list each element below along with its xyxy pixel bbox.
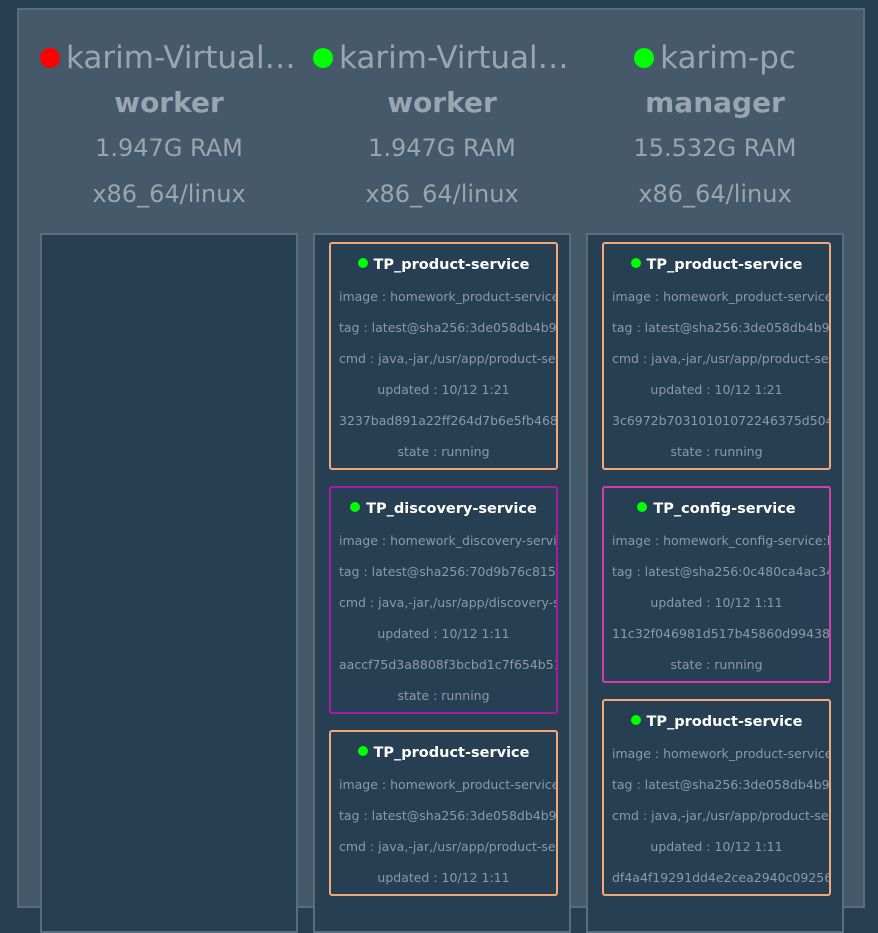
status-dot-icon xyxy=(357,258,368,268)
container-detail: tag : latest@sha256:3de058db4b941 xyxy=(339,808,556,823)
node-name-text: karim-VirtualBox xyxy=(339,40,571,76)
container-detail: updated : 10/12 1:11 xyxy=(650,839,783,854)
node-status-dot-icon xyxy=(313,48,333,68)
container-card[interactable]: TP_discovery-serviceimage : homework_dis… xyxy=(329,486,558,714)
container-detail: tag : latest@sha256:70d9b76c8156fb xyxy=(339,564,556,579)
container-title: TP_product-service xyxy=(331,257,556,277)
container-title: TP_product-service xyxy=(604,714,829,734)
node-header: karim-VirtualBox worker 1.947G RAM x86_64/l… xyxy=(313,38,571,262)
container-card[interactable]: TP_product-serviceimage : homework_produ… xyxy=(329,242,558,470)
node-name: karim-VirtualBox xyxy=(40,38,298,78)
container-name: TP_product-service xyxy=(373,257,530,273)
container-detail: aaccf75d3a8808f3bcbd1c7f654b51fc xyxy=(339,657,556,672)
node-ram: 1.947G RAM xyxy=(95,134,243,162)
status-dot-icon xyxy=(630,715,641,725)
container-detail: image : homework_product-service:latest xyxy=(612,289,829,304)
node-role: worker xyxy=(387,86,497,119)
container-card[interactable]: TP_config-serviceimage : homework_config… xyxy=(602,486,831,683)
node-role: manager xyxy=(645,86,785,119)
container-detail: image : homework_discovery-service xyxy=(339,533,556,548)
container-name: TP_config-service xyxy=(653,501,796,517)
node-ram: 15.532G RAM xyxy=(633,134,797,162)
container-detail: updated : 10/12 1:11 xyxy=(377,870,510,885)
node-arch: x86_64/linux xyxy=(365,180,519,208)
swarm-panel: karim-VirtualBox worker 1.947G RAM x86_64/l… xyxy=(17,8,865,933)
container-name: TP_product-service xyxy=(646,714,803,730)
container-title: TP_product-service xyxy=(331,745,556,765)
status-dot-icon xyxy=(350,502,361,512)
node-status-dot-icon xyxy=(634,48,655,68)
container-detail: image : homework_config-service:latest xyxy=(612,533,829,548)
node-column: karim-VirtualBox worker 1.947G RAM x86_64/l… xyxy=(40,10,298,933)
node-name-text: karim-VirtualBox xyxy=(66,40,298,76)
container-card[interactable]: TP_product-serviceimage : homework_produ… xyxy=(602,242,831,470)
container-list xyxy=(40,233,298,933)
container-detail: image : homework_product-service:latest xyxy=(339,289,556,304)
node-arch: x86_64/linux xyxy=(638,180,792,208)
container-detail: cmd : java,-jar,/usr/app/product-service xyxy=(339,351,556,366)
node-arch: x86_64/linux xyxy=(92,180,246,208)
container-detail: df4a4f19291dd4e2cea2940c09256fe xyxy=(612,870,829,885)
container-detail: image : homework_product-service:latest xyxy=(612,746,829,761)
node-header: karim-pc manager 15.532G RAM x86_64/linux xyxy=(586,38,844,262)
container-name: TP_discovery-service xyxy=(366,501,537,517)
container-detail: 11c32f046981d517b45860d9943800 xyxy=(612,626,829,641)
container-detail: cmd : java,-jar,/usr/app/product-service xyxy=(612,808,829,823)
container-detail: updated : 10/12 1:21 xyxy=(650,382,783,397)
container-detail: tag : latest@sha256:3de058db4b941 xyxy=(339,320,556,335)
container-title: TP_config-service xyxy=(604,501,829,521)
container-detail: updated : 10/12 1:11 xyxy=(650,595,783,610)
container-detail: tag : latest@sha256:3de058db4b941 xyxy=(612,777,829,792)
node-name: karim-pc xyxy=(586,38,844,78)
container-detail: cmd : java,-jar,/usr/app/product-service xyxy=(612,351,829,366)
container-detail: tag : latest@sha256:0c480ca4ac3467 xyxy=(612,564,829,579)
container-detail: image : homework_product-service:latest xyxy=(339,777,556,792)
container-detail: tag : latest@sha256:3de058db4b941 xyxy=(612,320,829,335)
node-role: worker xyxy=(114,86,224,119)
container-card[interactable]: TP_product-serviceimage : homework_produ… xyxy=(329,730,558,896)
container-detail: 3c6972b70310101072246375d504a1 xyxy=(612,413,829,428)
container-detail: cmd : java,-jar,/usr/app/product-service xyxy=(339,839,556,854)
node-status-dot-icon xyxy=(40,48,60,68)
node-column: karim-VirtualBox worker 1.947G RAM x86_64/l… xyxy=(313,10,571,933)
container-list: TP_product-serviceimage : homework_produ… xyxy=(313,233,571,933)
container-detail: updated : 10/12 1:21 xyxy=(377,382,510,397)
container-detail: state : running xyxy=(670,657,763,672)
container-detail: 3237bad891a22ff264d7b6e5fb46888 xyxy=(339,413,556,428)
status-dot-icon xyxy=(357,746,368,756)
node-ram: 1.947G RAM xyxy=(368,134,516,162)
container-detail: cmd : java,-jar,/usr/app/discovery-servi… xyxy=(339,595,556,610)
status-dot-icon xyxy=(637,502,648,512)
container-title: TP_discovery-service xyxy=(331,501,556,521)
container-name: TP_product-service xyxy=(373,745,530,761)
container-card[interactable]: TP_product-serviceimage : homework_produ… xyxy=(602,699,831,896)
node-column: karim-pc manager 15.532G RAM x86_64/linux TP… xyxy=(586,10,844,933)
node-name: karim-VirtualBox xyxy=(313,38,571,78)
container-detail: state : running xyxy=(670,444,763,459)
container-detail: state : running xyxy=(397,688,490,703)
container-detail: updated : 10/12 1:11 xyxy=(377,626,510,641)
status-dot-icon xyxy=(630,258,641,268)
container-title: TP_product-service xyxy=(604,257,829,277)
container-list: TP_product-serviceimage : homework_produ… xyxy=(586,233,844,933)
container-name: TP_product-service xyxy=(646,257,803,273)
node-header: karim-VirtualBox worker 1.947G RAM x86_64/l… xyxy=(40,38,298,262)
container-detail: state : running xyxy=(397,444,490,459)
node-name-text: karim-pc xyxy=(660,40,796,76)
